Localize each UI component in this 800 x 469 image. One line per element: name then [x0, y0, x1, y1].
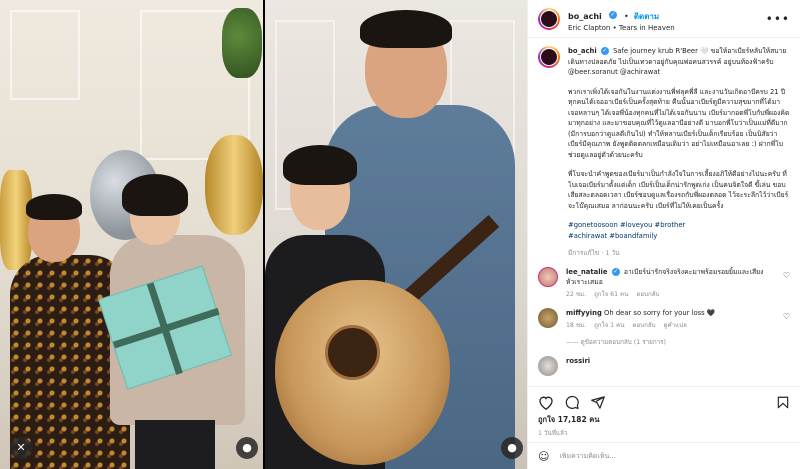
comment-meta: 18 ชม. ถูกใจ 1 คน ตอบกลับ ดูคำแปล [566, 321, 776, 330]
post-photo-2: ● [265, 0, 527, 469]
more-options-icon[interactable]: ••• [766, 12, 790, 26]
caption-username[interactable]: bo_achi [568, 47, 597, 55]
heart-icon[interactable] [538, 395, 554, 410]
post-photo-1: ✕ ● [0, 0, 263, 469]
comment-item: rossiri [538, 355, 790, 376]
comment-like-heart-icon[interactable]: ♡ [783, 271, 790, 280]
author-username[interactable]: bo_achi [568, 12, 602, 21]
comment-likes[interactable]: ถูกใจ 61 คน [594, 291, 628, 298]
follow-button[interactable]: ติดตาม [634, 12, 659, 21]
comment-reply-button[interactable]: ตอบกลับ [636, 291, 659, 298]
comment-reply-button[interactable]: ตอบกลับ [632, 322, 655, 329]
caption-meta: มีการแก้ไข · 1 วัน [568, 248, 620, 257]
comment-body: miffyying Oh dear so sorry for your loss… [566, 308, 790, 330]
comment-time: 22 ชม. [566, 290, 587, 298]
bookmark-icon[interactable] [776, 395, 790, 410]
verified-badge-icon: ✓ [611, 267, 620, 276]
caption-hashtags-2[interactable]: #achirawat #boandfamily [568, 231, 790, 242]
comment-meta: 22 ชม. ถูกใจ 61 คน ตอบกลับ [566, 290, 776, 299]
tag-icon[interactable]: ● [236, 437, 258, 459]
post-header: bo_achi ✓ • ติดตาม Eric Clapton • Tears … [528, 0, 800, 38]
comment-input[interactable] [559, 452, 790, 460]
caption: bo_achi ✓ Safe journey krub R'Beer 🤍 ขอใ… [538, 46, 790, 258]
comment-username[interactable]: miffyying [566, 309, 602, 317]
post-sidebar: bo_achi ✓ • ติดตาม Eric Clapton • Tears … [527, 0, 800, 469]
comments-scroll-area[interactable]: bo_achi ✓ Safe journey krub R'Beer 🤍 ขอใ… [528, 38, 800, 386]
comment-like-heart-icon[interactable]: ♡ [783, 312, 790, 321]
caption-hashtags-1[interactable]: #gonetoosoon #loveyou #brother [568, 220, 790, 231]
caption-body: bo_achi ✓ Safe journey krub R'Beer 🤍 ขอใ… [568, 46, 790, 258]
comment-time: 18 ชม. [566, 322, 587, 330]
comment-username[interactable]: rossiri [566, 357, 590, 365]
verified-badge-icon: ✓ [600, 47, 609, 55]
comment-likes[interactable]: ถูกใจ 1 คน [594, 322, 624, 329]
verified-badge-icon: ✓ [608, 10, 617, 19]
share-icon[interactable] [590, 395, 606, 410]
comment-body: rossiri [566, 356, 790, 376]
comment-composer: ☺ [528, 442, 800, 469]
comment-icon[interactable] [564, 395, 580, 410]
comment-text: Oh dear so sorry for your loss 🖤 [604, 309, 716, 318]
caption-paragraph-1: พวกเราเพิ่งได้เจอกันในงานแต่งงานพี่ฟลุคพ… [568, 87, 790, 159]
tag-icon[interactable]: ● [501, 437, 523, 459]
comment-item: lee_natalie ✓ อาเบียร์น่ารักจริงจริงคะมา… [538, 266, 790, 300]
replies-divider: —— [566, 338, 579, 346]
author-avatar[interactable] [538, 7, 560, 30]
header-text: bo_achi ✓ • ติดตาม Eric Clapton • Tears … [568, 4, 675, 33]
post-date: 1 วันที่แล้ว [538, 430, 568, 437]
post-actions: ถูกใจ 17,182 คน 1 วันที่แล้ว [528, 386, 800, 442]
separator-dot: • [624, 12, 629, 22]
caption-avatar[interactable] [538, 46, 560, 68]
comment-item: miffyying Oh dear so sorry for your loss… [538, 308, 790, 330]
commenter-avatar[interactable] [538, 355, 558, 376]
view-replies-button[interactable]: —— ดูข้อความตอบกลับ (1 รายการ) [566, 337, 790, 347]
music-label[interactable]: Eric Clapton • Tears in Heaven [568, 24, 675, 33]
guitar-soundhole [325, 325, 380, 380]
speaker-muted-icon[interactable]: ✕ [10, 437, 32, 459]
comment-username[interactable]: lee_natalie [566, 268, 607, 276]
action-icons [538, 393, 790, 411]
likes-count[interactable]: ถูกใจ 17,182 คน [538, 414, 790, 426]
wall-panel [10, 10, 80, 100]
comment-translate-button[interactable]: ดูคำแปล [664, 322, 687, 329]
commenter-avatar[interactable] [538, 266, 558, 287]
view-replies-label: ดูข้อความตอบกลับ (1 รายการ) [580, 338, 667, 346]
comment-body: lee_natalie ✓ อาเบียร์น่ารักจริงจริงคะมา… [566, 267, 790, 300]
caption-paragraph-2: พี่โบจะนำคำพูดของเบียร์มาเป็นกำลังใจในกา… [568, 170, 789, 210]
commenter-avatar[interactable] [538, 308, 558, 329]
plant [222, 8, 262, 78]
post-media-carousel[interactable]: ✕ ● ● [0, 0, 527, 469]
emoji-icon[interactable]: ☺ [538, 450, 549, 463]
